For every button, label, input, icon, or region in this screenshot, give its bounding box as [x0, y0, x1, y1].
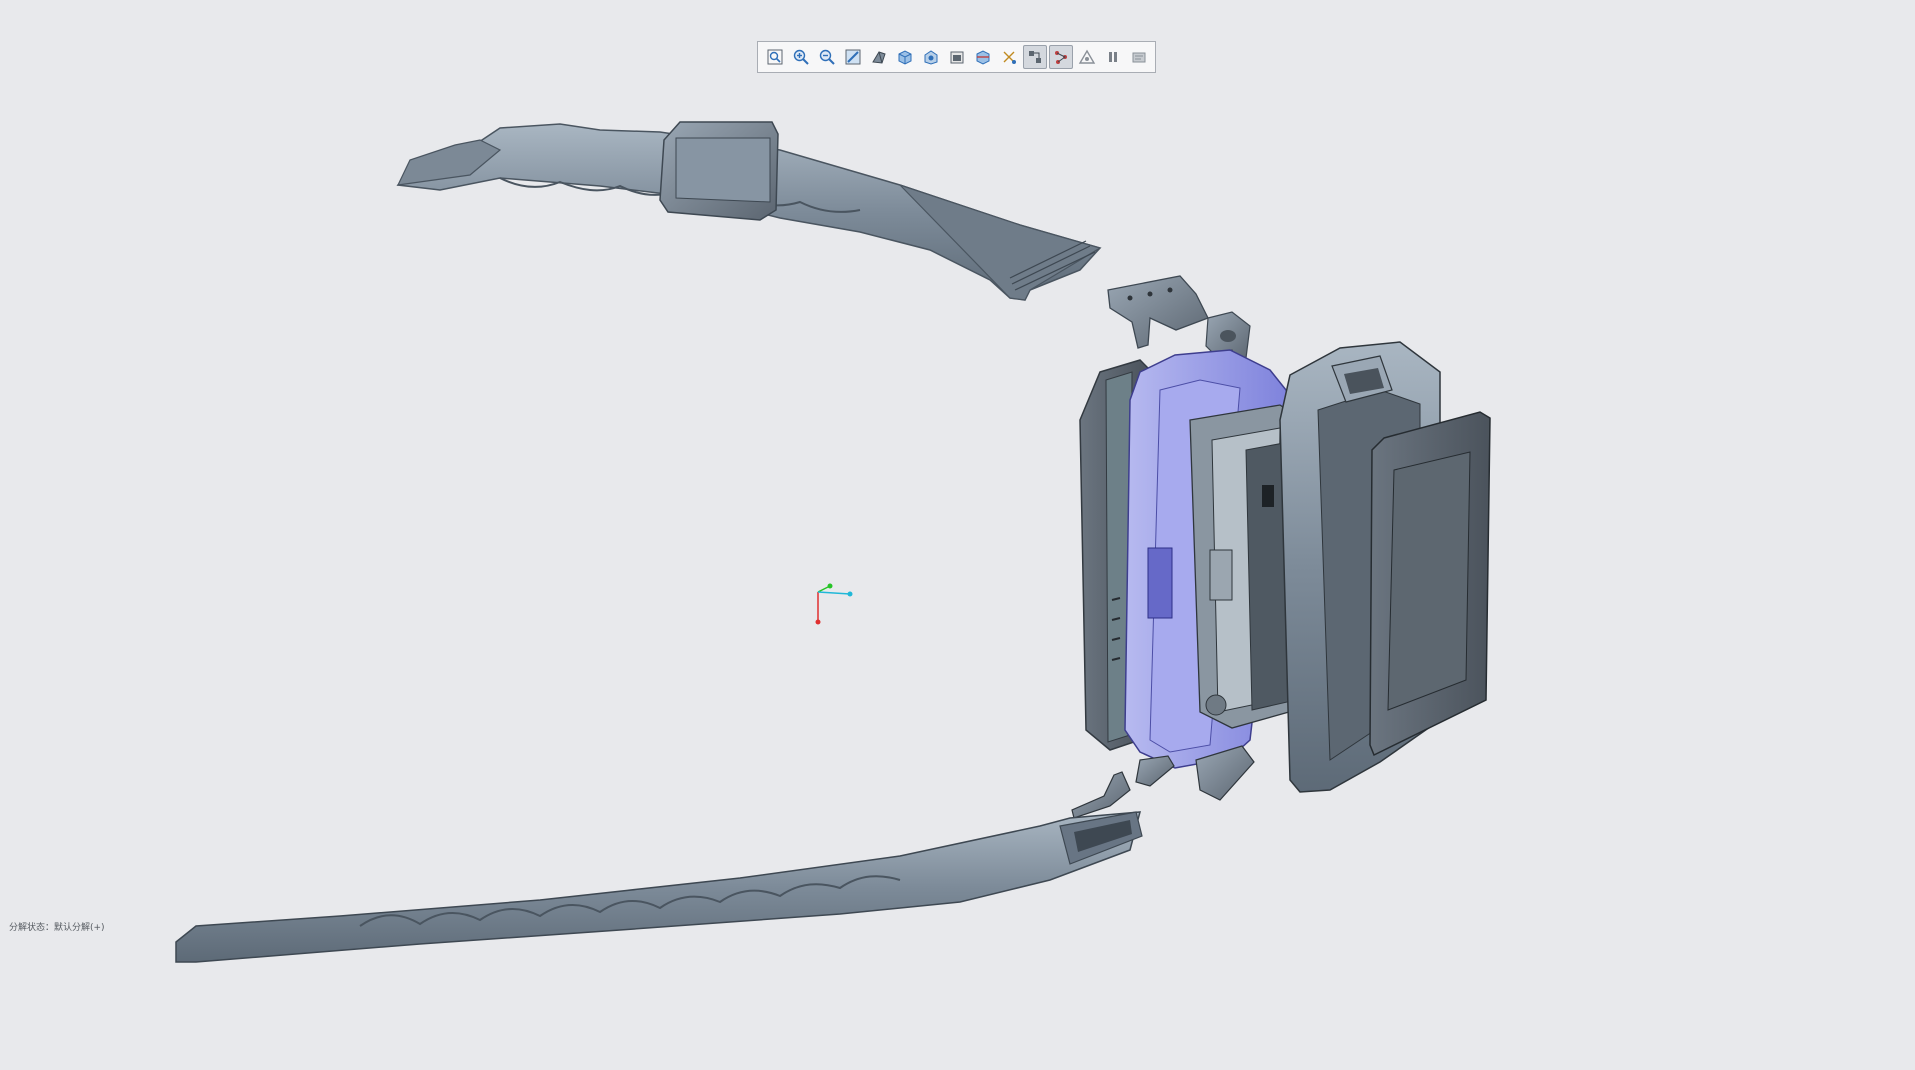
display-style-button[interactable] [893, 45, 917, 69]
annotation-plane-icon [1132, 52, 1146, 63]
spin-center-button[interactable] [1023, 45, 1047, 69]
annotation-display-button[interactable] [1049, 45, 1073, 69]
zoom-fit-icon [767, 49, 783, 65]
saved-views-button[interactable] [919, 45, 943, 69]
clip-parts[interactable] [1071, 745, 1255, 819]
display-style-icon [898, 50, 912, 65]
status-text: 分解状态：默认分解(+) [9, 923, 105, 933]
zoom-in-icon [793, 49, 809, 65]
repaint-icon [845, 49, 861, 65]
repaint-button[interactable] [841, 45, 865, 69]
upper-strap[interactable] [396, 121, 1102, 301]
pause-button[interactable] [1101, 45, 1125, 69]
zoom-in-button[interactable] [789, 45, 813, 69]
pause-icon [1109, 52, 1117, 62]
bracket-part[interactable] [1107, 275, 1209, 349]
annotation-plane-button[interactable] [1127, 45, 1151, 69]
datum-display-icon [1003, 51, 1016, 64]
annotation-display-icon [1055, 51, 1067, 64]
screen-panel[interactable] [1369, 411, 1491, 757]
saved-views-icon [924, 50, 938, 65]
spin-center-icon [1029, 51, 1041, 63]
lower-strap[interactable] [175, 811, 1143, 963]
coordinate-triad-icon [815, 583, 853, 625]
graphics-toolbar [757, 41, 1156, 73]
section-view-icon [976, 50, 990, 65]
zoom-out-icon [819, 49, 835, 65]
appearance-icon [1078, 49, 1096, 64]
view-manager-icon [950, 51, 964, 64]
exploded-assembly-model[interactable] [0, 0, 1915, 1070]
zoom-out-button[interactable] [815, 45, 839, 69]
datum-display-button[interactable] [997, 45, 1021, 69]
view-manager-button[interactable] [945, 45, 969, 69]
graphics-area[interactable] [0, 0, 1915, 1070]
section-view-button[interactable] [971, 45, 995, 69]
appearance-button[interactable] [1075, 45, 1099, 69]
perspective-button[interactable] [867, 45, 891, 69]
perspective-icon [872, 51, 886, 64]
zoom-fit-button[interactable] [763, 45, 787, 69]
